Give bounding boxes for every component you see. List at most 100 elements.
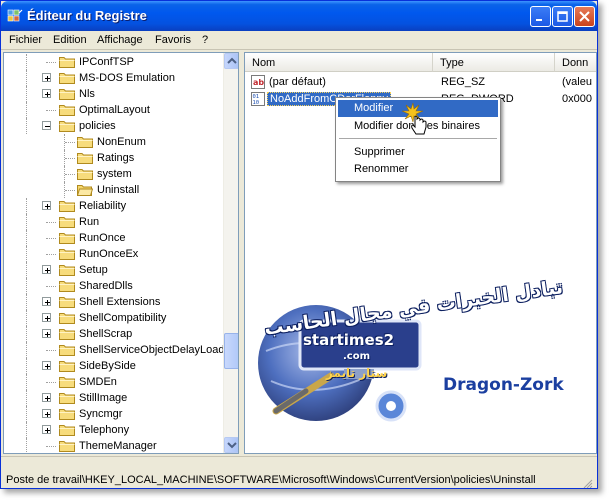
tree-item-uninstall[interactable]: Uninstall: [4, 182, 224, 198]
close-button[interactable]: [574, 6, 595, 27]
menu-bar: Fichier Edition Affichage Favoris ?: [1, 31, 597, 50]
tree-line: [46, 382, 56, 383]
folder-icon: [77, 137, 93, 148]
tree-item-shellscrap[interactable]: ShellScrap: [4, 326, 224, 342]
tree-item-shellcompatibility[interactable]: ShellCompatibility: [4, 310, 224, 326]
scroll-thumb[interactable]: [224, 333, 238, 369]
folder-icon: [59, 345, 75, 356]
tree-line: [26, 358, 27, 374]
expand-icon[interactable]: [42, 201, 51, 210]
tree-item-label: ShellCompatibility: [79, 312, 167, 324]
menu-fichier[interactable]: Fichier: [9, 34, 42, 46]
tree-item-telephony[interactable]: Telephony: [4, 422, 224, 438]
tree-item-runonce[interactable]: RunOnce: [4, 230, 224, 246]
expand-icon[interactable]: [42, 297, 51, 306]
tree-item-shareddlls[interactable]: SharedDlls: [4, 278, 224, 294]
tree-line: [26, 422, 27, 438]
folder-icon: [59, 249, 75, 260]
tree-line: [26, 374, 27, 390]
tree-item-label: SMDEn: [79, 376, 117, 388]
tree-item-system[interactable]: system: [4, 166, 224, 182]
tree-item-label: RunOnce: [79, 232, 126, 244]
menu-help[interactable]: ?: [202, 34, 208, 46]
resize-grip-icon[interactable]: [581, 477, 593, 489]
maximize-button[interactable]: [552, 6, 573, 27]
folder-open-icon: [77, 185, 93, 196]
folder-icon: [59, 281, 75, 292]
dword-value-icon: 01 10: [251, 92, 265, 106]
tree-item-reliability[interactable]: Reliability: [4, 198, 224, 214]
expand-icon[interactable]: [42, 329, 51, 338]
tree-item-label: Uninstall: [97, 184, 140, 196]
column-header-data[interactable]: Donn: [555, 53, 596, 72]
tree-item-shell-extensions[interactable]: Shell Extensions: [4, 294, 224, 310]
tree-item-runonceex[interactable]: RunOnceEx: [4, 246, 224, 262]
tree-line: [65, 190, 75, 191]
menu-affichage[interactable]: Affichage: [97, 34, 143, 46]
title-bar[interactable]: Éditeur du Registre: [1, 1, 597, 31]
ctx-supprimer[interactable]: Supprimer: [338, 144, 498, 161]
minimize-button[interactable]: [530, 6, 551, 27]
folder-icon: [59, 201, 75, 212]
expand-icon[interactable]: [42, 313, 51, 322]
folder-icon: [59, 217, 75, 228]
column-header-type[interactable]: Type: [433, 53, 555, 72]
tree-item-label: SharedDlls: [79, 280, 133, 292]
tree-item-syncmgr[interactable]: Syncmgr: [4, 406, 224, 422]
tree-item-thememanager[interactable]: ThemeManager: [4, 438, 224, 453]
menu-favoris[interactable]: Favoris: [155, 34, 191, 46]
tree-item-label: Reliability: [79, 200, 127, 212]
value-data: 0x000: [562, 93, 592, 105]
menu-edition[interactable]: Edition: [53, 34, 87, 46]
tree-item-label: Nls: [79, 88, 95, 100]
tree-item-setup[interactable]: Setup: [4, 262, 224, 278]
tree-line: [26, 70, 27, 86]
tree-item-label: policies: [79, 120, 116, 132]
scroll-up-button[interactable]: [224, 53, 238, 69]
tree-item-smden[interactable]: SMDEn: [4, 374, 224, 390]
tree-item-ipconftsp[interactable]: IPConfTSP: [4, 54, 224, 70]
tree-item-ms-dos-emulation[interactable]: MS-DOS Emulation: [4, 70, 224, 86]
folder-icon: [59, 297, 75, 308]
tree-item-nls[interactable]: Nls: [4, 86, 224, 102]
scroll-down-button[interactable]: [224, 437, 238, 453]
collapse-icon[interactable]: [42, 121, 51, 130]
folder-icon: [59, 265, 75, 276]
tree-item-ratings[interactable]: Ratings: [4, 150, 224, 166]
folder-icon: [59, 73, 75, 84]
svg-text:ab: ab: [253, 78, 264, 87]
expand-icon[interactable]: [42, 361, 51, 370]
tree-item-shellserviceobjectdelayload[interactable]: ShellServiceObjectDelayLoad: [4, 342, 225, 358]
watermark-brand: startimes2: [303, 331, 395, 349]
tree-item-optimallayout[interactable]: OptimalLayout: [4, 102, 224, 118]
tree-item-label: ThemeManager: [79, 440, 157, 452]
tree-line: [26, 390, 27, 406]
folder-icon: [59, 57, 75, 68]
list-row[interactable]: ab (par défaut) REG_SZ (valeu: [245, 74, 596, 91]
tree-line: [46, 62, 56, 63]
expand-icon[interactable]: [42, 265, 51, 274]
tree-item-run[interactable]: Run: [4, 214, 224, 230]
tree-line: [26, 406, 27, 422]
tree-item-policies[interactable]: policies: [4, 118, 224, 134]
tree-item-nonenum[interactable]: NonEnum: [4, 134, 224, 150]
tree-item-label: IPConfTSP: [79, 56, 135, 68]
expand-icon[interactable]: [42, 393, 51, 402]
tree-item-sidebyside[interactable]: SideBySide: [4, 358, 224, 374]
tree-line: [65, 142, 75, 143]
folder-icon: [59, 393, 75, 404]
tree-line: [65, 158, 75, 159]
tree-item-stillimage[interactable]: StillImage: [4, 390, 224, 406]
expand-icon[interactable]: [42, 89, 51, 98]
ctx-renommer[interactable]: Renommer: [338, 161, 498, 178]
tree-line: [26, 86, 27, 102]
expand-icon[interactable]: [42, 425, 51, 434]
column-header-name[interactable]: Nom: [245, 53, 433, 72]
expand-icon[interactable]: [42, 73, 51, 82]
tree-scrollbar[interactable]: [223, 53, 238, 453]
minimize-icon: [536, 19, 542, 21]
folder-icon: [59, 89, 75, 100]
expand-icon[interactable]: [42, 409, 51, 418]
tree-line: [46, 286, 56, 287]
tree-line: [26, 54, 27, 70]
